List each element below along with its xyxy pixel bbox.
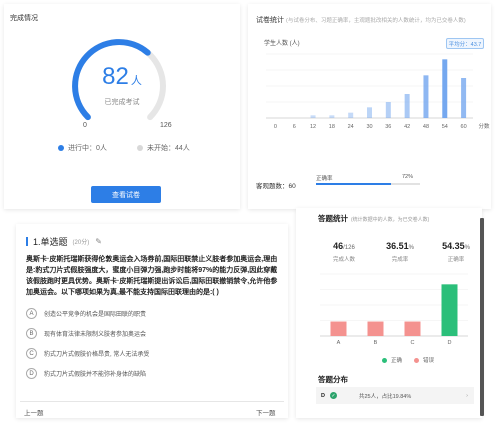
distribution-title: 答题分布 — [318, 375, 348, 384]
dist-text: 共25人，占比19.84% — [358, 393, 412, 400]
completion-title: 完成情况 — [10, 15, 38, 22]
x-tick-label: 30 — [366, 124, 372, 130]
correct-dot-icon — [382, 357, 387, 363]
edit-icon[interactable]: ✎ — [95, 237, 102, 246]
wrong-bar — [404, 321, 421, 336]
bar — [348, 112, 354, 118]
chevron-right-icon[interactable]: › — [466, 393, 468, 399]
wrong-bar — [367, 321, 384, 336]
x-tick-label: C — [411, 340, 415, 346]
x-tick-label: 42 — [404, 124, 410, 130]
correct-bar — [441, 284, 458, 336]
question-panel: 1.单选题 (20分) ✎ 奥斯卡·皮斯托瑞斯获得伦敦奥运会入场券前,国际田联禁… — [16, 224, 288, 418]
option-letter: B — [26, 328, 37, 339]
bar — [310, 115, 316, 118]
wrong-dot-icon — [414, 357, 419, 363]
completion-rate-stat: 36.51% 完成率 — [386, 241, 414, 263]
in-progress-dot-icon — [58, 145, 64, 151]
bar — [404, 94, 410, 118]
completed-stat: 46/126 完成人数 — [332, 241, 355, 263]
legend-wrong: 错误 — [414, 356, 434, 364]
x-tick-label: 36 — [385, 124, 391, 130]
dist-option: D — [321, 392, 325, 399]
x-tick-label: 48 — [423, 124, 429, 130]
bar — [385, 102, 391, 118]
question-type: 1.单选题 — [33, 237, 68, 247]
answer-distribution-chart: A B C D — [320, 273, 468, 346]
check-icon: ✓ — [329, 392, 337, 399]
option-c[interactable]: C 豹式刀片式假肢价格昂贵, 常人无法承受 — [26, 348, 149, 359]
scrollbar[interactable] — [480, 218, 484, 416]
x-tick-label: 60 — [461, 124, 467, 130]
accuracy-track — [316, 183, 420, 185]
x-tick-label: 12 — [310, 124, 316, 130]
option-b[interactable]: B 现有体育法律未限制义肢者参加奥运会 — [26, 328, 146, 339]
option-d[interactable]: D 豹式刀片式假肢并不能弥补身体的缺陷 — [26, 368, 146, 379]
option-text: 创造公平竞争的机会是国际田联的职责 — [44, 312, 147, 318]
x-tick-label: 6 — [293, 124, 296, 130]
gauge-min: 0 — [83, 122, 87, 129]
option-text: 豹式刀片式假肢价格昂贵, 常人无法承受 — [44, 352, 150, 358]
x-axis-title: 分数 — [478, 122, 490, 130]
in-progress-legend: 进行中：0人 — [58, 143, 107, 153]
answer-stats-title: 答题统计 (统计数据中的人数，为已交卷人数) — [318, 214, 430, 223]
completed-count: 82 人 — [102, 63, 142, 90]
x-tick-label: B — [374, 340, 378, 346]
x-tick-label: 18 — [329, 124, 335, 130]
x-tick-label: 54 — [442, 124, 448, 130]
answer-stats-panel: 答题统计 (统计数据中的人数，为已交卷人数) 46/126 完成人数 36.51%… — [296, 208, 484, 418]
question-header: 1.单选题 (20分) ✎ — [26, 235, 102, 248]
header-accent-bar — [26, 237, 28, 246]
legend-correct: 正确 — [382, 356, 402, 364]
bar — [442, 59, 448, 118]
option-letter: D — [26, 368, 37, 379]
objective-count-label: 客观题数：60 — [256, 183, 296, 190]
option-letter: C — [26, 348, 37, 359]
bar — [367, 107, 372, 118]
accuracy-stat: 54.35% 正确率 — [442, 241, 470, 263]
score-distribution-chart: 0 6 12 18 24 30 36 42 48 54 60 分数 — [266, 53, 490, 130]
x-tick-label: D — [448, 340, 452, 346]
option-text: 现有体育法律未限制义肢者参加奥运会 — [44, 332, 147, 338]
prev-question-button[interactable]: 上一题 — [24, 407, 44, 417]
not-started-dot-icon — [137, 145, 143, 151]
x-tick-label: 24 — [348, 124, 354, 130]
next-question-button[interactable]: 下一题 — [256, 407, 276, 417]
score-analysis-title: 试卷统计 (与试卷分布、习题正确率，主观题批改相关的人数统计，均为已交卷人数) — [256, 17, 466, 24]
completed-label: 已完成考试 — [104, 99, 140, 106]
option-text: 豹式刀片式假肢并不能弥补身体的缺陷 — [44, 372, 147, 378]
gauge-max: 126 — [160, 122, 172, 129]
question-score: (20分) — [72, 240, 90, 246]
x-tick-label: 0 — [274, 124, 277, 130]
option-letter: A — [26, 308, 37, 319]
bar — [329, 115, 335, 118]
not-started-legend: 未开始：44人 — [137, 143, 190, 153]
option-a[interactable]: A 创造公平竞争的机会是国际田联的职责 — [26, 308, 146, 319]
question-text: 奥斯卡·皮斯托瑞斯获得伦敦奥运会入场券前,国际田联禁止义肢者参加奥运会,理由是:… — [26, 256, 278, 296]
bar — [461, 78, 467, 118]
bar — [423, 75, 429, 118]
wrong-bar — [330, 321, 347, 336]
distribution-row[interactable]: D ✓ 共25人，占比19.84% › — [316, 387, 474, 404]
completion-panel: 完成情况 82 人 已完成考试 0 126 进行中：0人 未开始：44人 查看试卷 — [4, 4, 240, 209]
accuracy-fill — [316, 183, 391, 185]
x-tick-label: A — [337, 340, 341, 346]
view-paper-button[interactable]: 查看试卷 — [91, 186, 161, 203]
score-analysis-panel: 试卷统计 (与试卷分布、习题正确率，主观题批改相关的人数统计，均为已交卷人数) 学… — [248, 4, 491, 209]
nav-divider — [20, 401, 284, 402]
